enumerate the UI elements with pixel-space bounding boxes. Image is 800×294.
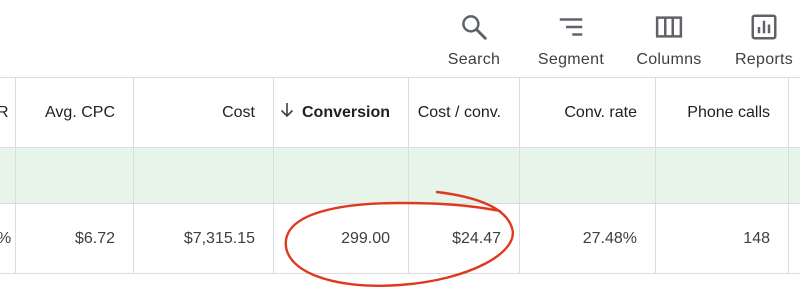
cell-partial-value: % [0, 230, 11, 248]
header-phone-calls-label: Phone calls [687, 103, 770, 121]
cell-conversion: 299.00 [274, 204, 409, 273]
cell-cost: $7,315.15 [134, 204, 274, 273]
cell-conversion-value: 299.00 [341, 229, 390, 247]
header-cost[interactable]: Cost [134, 78, 274, 147]
header-cost-label: Cost [222, 103, 255, 121]
segment-button[interactable]: Segment [526, 12, 616, 74]
header-overflow [789, 78, 800, 147]
toolbar: Search Segment Columns Reports [0, 0, 800, 78]
header-conv-rate-label: Conv. rate [564, 103, 637, 121]
header-partial-label: R [0, 104, 9, 122]
header-conversion-label: Conversion [301, 103, 390, 121]
segment-icon [559, 18, 583, 36]
total-cell [274, 148, 409, 203]
cell-cost-value: $7,315.15 [183, 229, 255, 247]
total-cell [656, 148, 789, 203]
cell-partial: % [0, 204, 16, 273]
header-cost-per-conv[interactable]: Cost / conv. [409, 78, 520, 147]
columns-button[interactable]: Columns [624, 12, 714, 74]
total-cell [134, 148, 274, 203]
header-cost-per-conv-label: Cost / conv. [417, 103, 501, 121]
header-partial[interactable]: R [0, 78, 16, 147]
search-button[interactable]: Search [429, 12, 519, 74]
reports-label: Reports [734, 51, 794, 68]
cell-phone-calls[interactable]: 148 [656, 204, 789, 273]
cell-avg-cpc-value: $6.72 [74, 229, 115, 247]
total-row [0, 148, 800, 204]
arrow-down-icon [280, 102, 294, 123]
search-label: Search [447, 51, 501, 68]
header-avg-cpc-label: Avg. CPC [45, 103, 115, 121]
cell-overflow [789, 204, 800, 273]
search-icon [462, 15, 487, 40]
cell-avg-cpc: $6.72 [16, 204, 134, 273]
cell-phone-calls-value: 148 [743, 229, 770, 247]
total-cell [16, 148, 134, 203]
cell-conv-rate: 27.48% [520, 204, 656, 273]
reports-icon [751, 14, 777, 40]
total-cell [409, 148, 520, 203]
cell-cost-per-conv-value: $24.47 [452, 229, 501, 247]
columns-label: Columns [636, 51, 702, 68]
total-cell [789, 148, 800, 203]
cell-conv-rate-value: 27.48% [582, 229, 637, 247]
segment-label: Segment [537, 51, 605, 68]
reports-button[interactable]: Reports [719, 12, 800, 74]
cell-cost-per-conv: $24.47 [409, 204, 520, 273]
header-phone-calls[interactable]: Phone calls [656, 78, 789, 147]
header-conv-rate[interactable]: Conv. rate [520, 78, 656, 147]
header-avg-cpc[interactable]: Avg. CPC [16, 78, 134, 147]
header-conversion[interactable]: Conversion [274, 78, 409, 147]
table-header-row: R Avg. CPC Cost Conversion Cost / conv. … [0, 78, 800, 148]
total-cell [0, 148, 16, 203]
columns-icon [655, 16, 683, 38]
data-table: R Avg. CPC Cost Conversion Cost / conv. … [0, 78, 800, 294]
total-cell [520, 148, 656, 203]
table-row[interactable]: % $6.72 $7,315.15 299.00 $24.47 27.48% 1… [0, 204, 800, 274]
